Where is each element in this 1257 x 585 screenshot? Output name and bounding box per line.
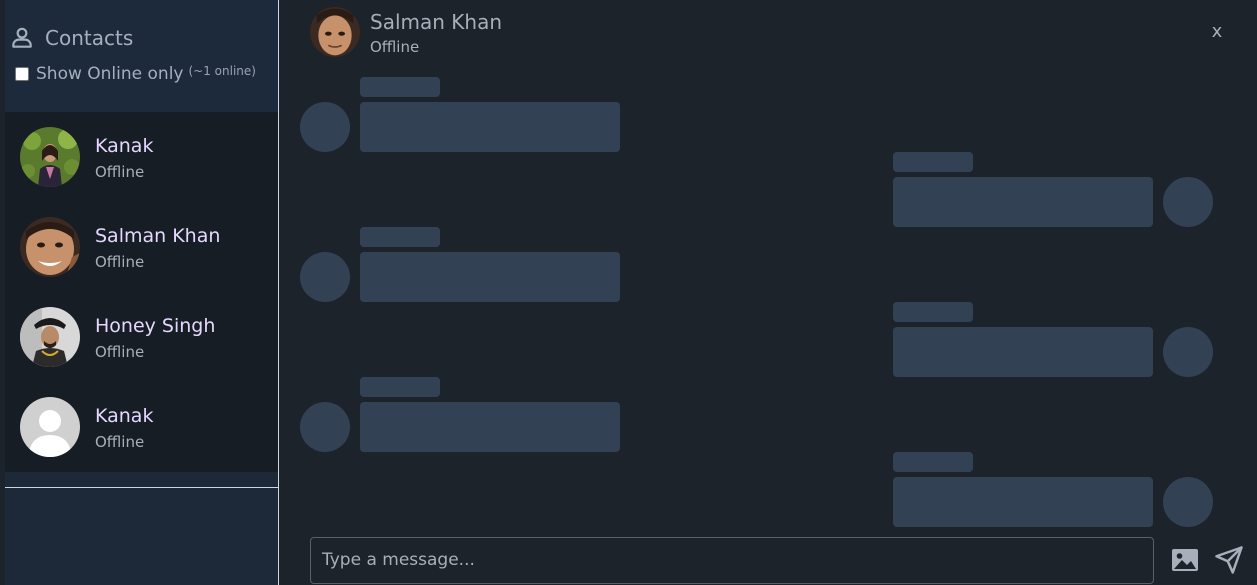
skeleton-bubble [893, 177, 1153, 227]
contact-name: Kanak [95, 135, 154, 157]
contact-name: Kanak [95, 405, 154, 427]
chat-header-status: Offline [370, 38, 420, 56]
send-icon[interactable] [1214, 545, 1244, 575]
contact-item-kanak-2[interactable]: Kanak Offline [5, 382, 278, 472]
skeleton-header [360, 377, 440, 397]
message-input[interactable]: Type a message... [310, 537, 1154, 584]
skeleton-avatar [300, 402, 350, 452]
contacts-title: Contacts [45, 26, 134, 50]
show-online-label[interactable]: Show Online only [36, 64, 183, 84]
contact-item-kanak[interactable]: Kanak Offline [5, 112, 278, 202]
contacts-sidebar: Contacts Show Online only (~1 online) Ka… [5, 0, 279, 585]
image-icon[interactable] [1170, 545, 1200, 575]
skeleton-avatar [1163, 477, 1213, 527]
skeleton-bubble [360, 402, 620, 452]
skeleton-bubble [360, 252, 620, 302]
chat-header-avatar [310, 7, 360, 57]
chat-app: Contacts Show Online only (~1 online) Ka… [0, 0, 1257, 585]
skeleton-bubble [893, 327, 1153, 377]
online-count: (~1 online) [188, 64, 256, 78]
avatar [20, 127, 80, 187]
skeleton-avatar [1163, 327, 1213, 377]
avatar [20, 307, 80, 367]
show-online-filter[interactable]: Show Online only (~1 online) [15, 64, 256, 84]
contact-status: Offline [95, 253, 145, 271]
skeleton-header [360, 227, 440, 247]
contact-list: Kanak Offline Salman Khan Offline Honey … [5, 112, 278, 472]
contact-status: Offline [95, 163, 145, 181]
close-chat-button[interactable]: x [1205, 20, 1229, 44]
skeleton-header [893, 152, 973, 172]
contact-status: Offline [95, 433, 145, 451]
skeleton-header [360, 77, 440, 97]
skeleton-header [893, 302, 973, 322]
skeleton-avatar [300, 252, 350, 302]
contacts-heading: Contacts [9, 24, 133, 52]
skeleton-avatar [1163, 177, 1213, 227]
skeleton-header [893, 452, 973, 472]
show-online-checkbox[interactable] [15, 67, 29, 81]
message-input-placeholder: Type a message... [322, 550, 475, 570]
contact-item-salman-khan[interactable]: Salman Khan Offline [5, 202, 278, 292]
skeleton-avatar [300, 102, 350, 152]
avatar [20, 217, 80, 277]
contact-name: Salman Khan [95, 225, 221, 247]
user-icon [12, 27, 32, 48]
skeleton-bubble [893, 477, 1153, 527]
default-avatar-icon [20, 397, 80, 457]
chat-panel: Salman Khan Offline x Type a message... [280, 0, 1257, 585]
contact-item-honey-singh[interactable]: Honey Singh Offline [5, 292, 278, 382]
contact-name: Honey Singh [95, 315, 216, 337]
sidebar-divider [5, 487, 278, 488]
chat-header-name: Salman Khan [370, 10, 503, 34]
contact-status: Offline [95, 343, 145, 361]
sidebar-header: Contacts Show Online only (~1 online) [5, 0, 278, 112]
skeleton-bubble [360, 102, 620, 152]
